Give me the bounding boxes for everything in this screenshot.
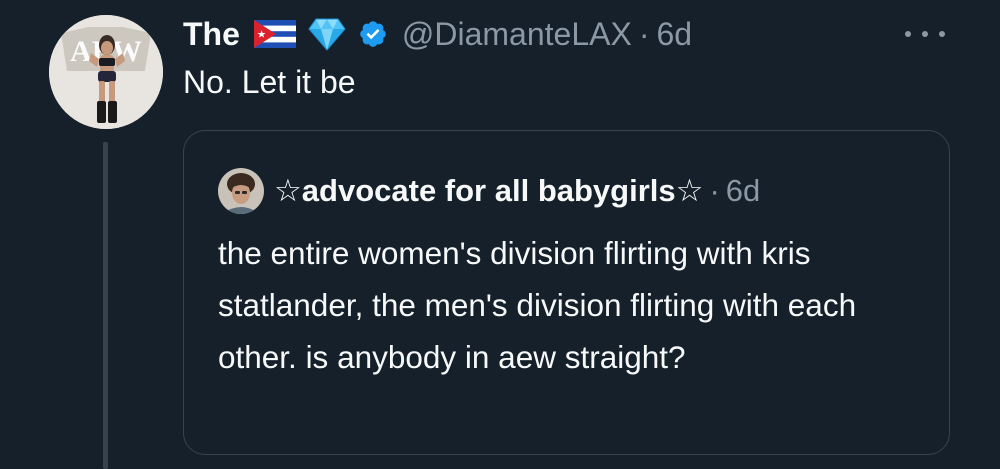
quoted-avatar[interactable] bbox=[218, 168, 264, 214]
quoted-display-name[interactable]: ☆advocate for all babygirls☆ bbox=[274, 173, 703, 209]
wrestler-avatar-image: AEW bbox=[49, 15, 163, 129]
more-options-icon[interactable] bbox=[905, 26, 945, 42]
avatar[interactable]: AEW bbox=[49, 15, 163, 129]
tweet[interactable]: AEW The bbox=[0, 0, 1000, 469]
separator-dot: · bbox=[638, 15, 650, 52]
timestamp[interactable]: 6d bbox=[656, 16, 692, 53]
quoted-tweet-text: the entire women's division flirting wit… bbox=[218, 235, 857, 375]
tweet-header: The @DiamanteLAX · 6d bbox=[183, 11, 692, 57]
quoted-tweet-header: ☆advocate for all babygirls☆ · 6d bbox=[218, 167, 760, 215]
verified-badge-icon[interactable] bbox=[358, 19, 388, 49]
quoted-separator-dot: · bbox=[709, 173, 720, 208]
thread-line bbox=[103, 142, 108, 469]
quoted-tweet[interactable]: ☆advocate for all babygirls☆ · 6d the en… bbox=[183, 130, 950, 455]
handle[interactable]: @DiamanteLAX bbox=[402, 16, 632, 53]
person-avatar-image bbox=[218, 168, 264, 214]
gem-icon bbox=[308, 17, 346, 51]
cuba-flag-icon bbox=[253, 20, 296, 48]
display-name[interactable]: The bbox=[183, 16, 240, 53]
quoted-timestamp[interactable]: 6d bbox=[726, 173, 760, 209]
tweet-text: No. Let it be bbox=[183, 64, 356, 100]
